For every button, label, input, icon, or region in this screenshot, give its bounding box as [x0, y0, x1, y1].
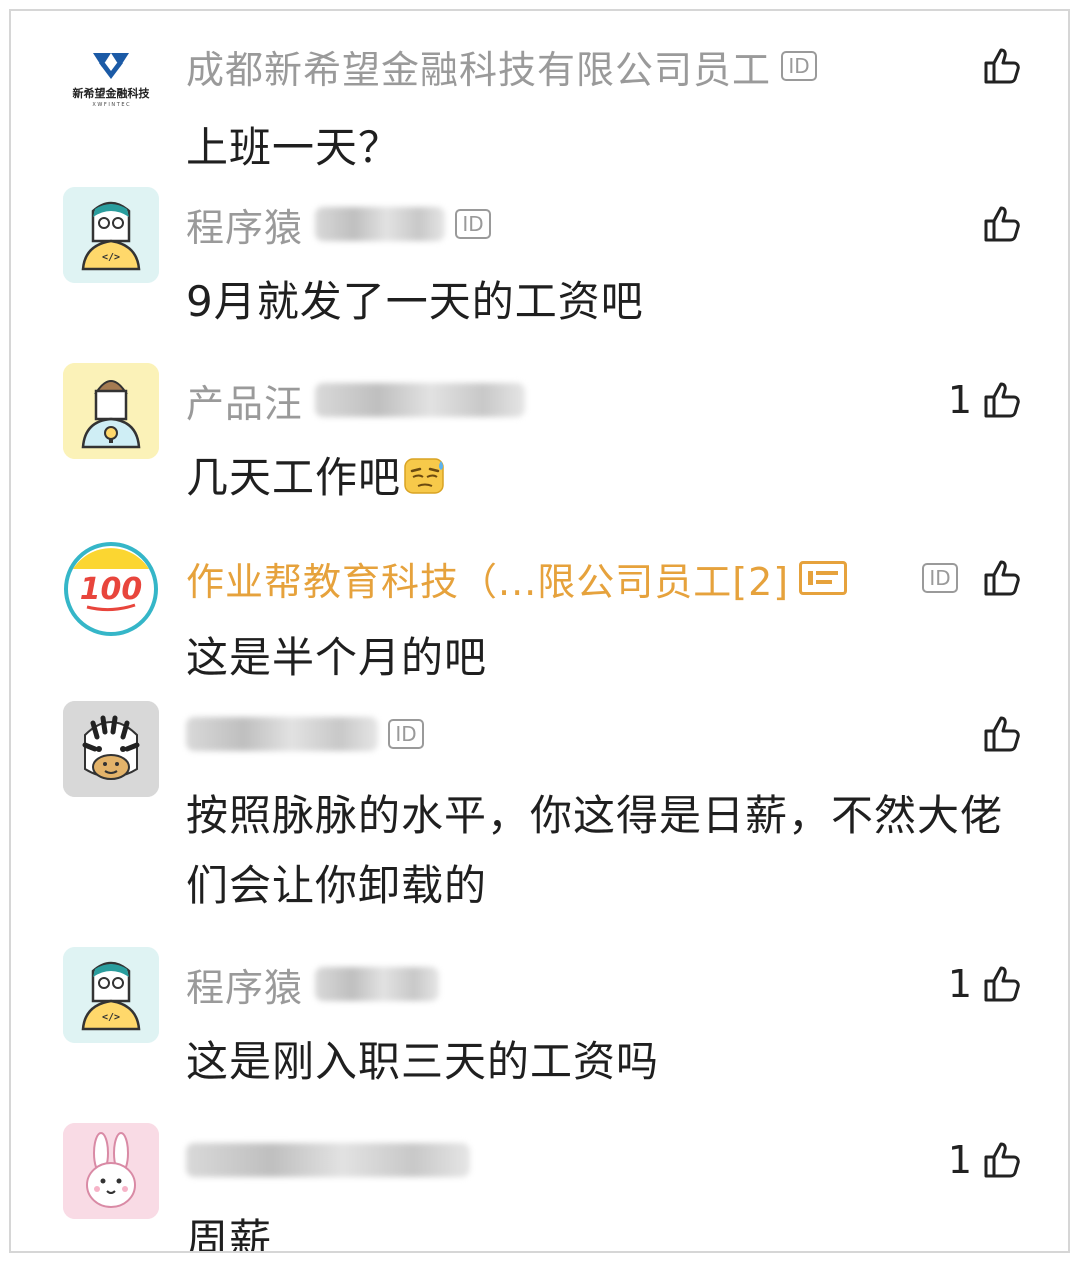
comment-header: 成都新希望金融科技有限公司员工 ID	[186, 39, 818, 94]
avatar[interactable]: </>	[63, 947, 159, 1043]
programmer-avatar-icon: </>	[63, 947, 159, 1043]
rabbit-avatar-icon	[63, 1123, 159, 1219]
blurred-name	[315, 967, 440, 1001]
zuoyebang-logo-icon: 100	[64, 542, 158, 636]
id-badge: ID	[455, 209, 492, 239]
like-button[interactable]: 1	[948, 959, 1022, 1009]
comment-header: ID	[186, 709, 424, 759]
thumbs-up-icon	[982, 558, 1022, 598]
thumbs-up-icon	[982, 46, 1022, 86]
comment-list: 新希望金融科技 X W F I N T E C 成都新希望金融科技有限公司员工 …	[9, 9, 1070, 1253]
company-logo-subtext: X W F I N T E C	[92, 102, 130, 108]
avatar[interactable]	[63, 701, 159, 797]
avatar[interactable]: 100	[63, 541, 159, 637]
comment-text: 周薪	[186, 1215, 273, 1253]
avatar[interactable]: 新希望金融科技 X W F I N T E C	[63, 33, 159, 129]
company-logo-icon: 新希望金融科技 X W F I N T E C	[73, 53, 151, 108]
id-badge: ID	[781, 51, 818, 81]
thumbs-up-icon	[982, 964, 1022, 1004]
comment-text: 9月就发了一天的工资吧	[186, 277, 644, 326]
product-manager-avatar-icon	[63, 363, 159, 459]
like-button[interactable]: 1	[948, 1135, 1022, 1185]
sweat-emoji-icon	[403, 446, 447, 516]
avatar[interactable]	[63, 363, 159, 459]
like-button[interactable]: 1	[948, 375, 1022, 425]
comment-header: 程序猿 ID	[186, 197, 492, 252]
blurred-name	[315, 383, 526, 417]
svg-text:</>: </>	[102, 252, 120, 263]
thumbs-up-icon	[982, 1140, 1022, 1180]
avatar[interactable]: </>	[63, 187, 159, 283]
avatar[interactable]	[63, 1123, 159, 1219]
author-name[interactable]: 产品汪	[186, 373, 303, 428]
like-button[interactable]	[972, 41, 1022, 91]
programmer-avatar-icon: </>	[63, 187, 159, 283]
id-badge: ID	[922, 563, 958, 593]
id-card-icon	[799, 561, 848, 595]
comment-text: 几天工作吧	[186, 453, 402, 502]
blurred-name	[186, 717, 378, 751]
comment-header: 产品汪	[186, 373, 526, 428]
comment-text-row: 几天工作吧	[186, 443, 1016, 516]
comment-text: 这是半个月的吧	[186, 633, 488, 682]
comment-header: 程序猿	[186, 957, 440, 1012]
company-logo-text: 新希望金融科技	[73, 86, 151, 100]
like-button[interactable]	[972, 709, 1022, 759]
thumbs-up-icon	[982, 380, 1022, 420]
thumbs-up-icon	[982, 204, 1022, 244]
zebra-avatar-icon	[63, 701, 159, 797]
blurred-name	[186, 1143, 470, 1177]
like-button[interactable]	[972, 199, 1022, 249]
author-name[interactable]: 作业帮教育科技（...限公司员工[2]	[186, 551, 789, 606]
comment-header: 作业帮教育科技（...限公司员工[2]	[186, 551, 848, 606]
comment-text: 按照脉脉的水平，你这得是日薪，不然大佬们会让你卸载的	[186, 791, 1004, 910]
like-count: 1	[947, 1138, 972, 1182]
like-count: 1	[947, 378, 972, 422]
comment-text: 这是刚入职三天的工资吗	[186, 1037, 660, 1086]
comment-text: 上班一天？	[186, 123, 402, 172]
author-name[interactable]: 成都新希望金融科技有限公司员工	[186, 39, 771, 94]
thumbs-up-icon	[982, 714, 1022, 754]
id-badge: ID	[388, 719, 424, 749]
avatar-text: 100	[80, 572, 143, 607]
like-button[interactable]: ID	[922, 553, 1022, 603]
comment-header	[186, 1135, 470, 1185]
like-count: 1	[947, 962, 972, 1006]
blurred-name	[315, 207, 446, 241]
author-name[interactable]: 程序猿	[186, 197, 303, 252]
author-name[interactable]: 程序猿	[186, 957, 303, 1012]
svg-text:</>: </>	[102, 1012, 120, 1023]
